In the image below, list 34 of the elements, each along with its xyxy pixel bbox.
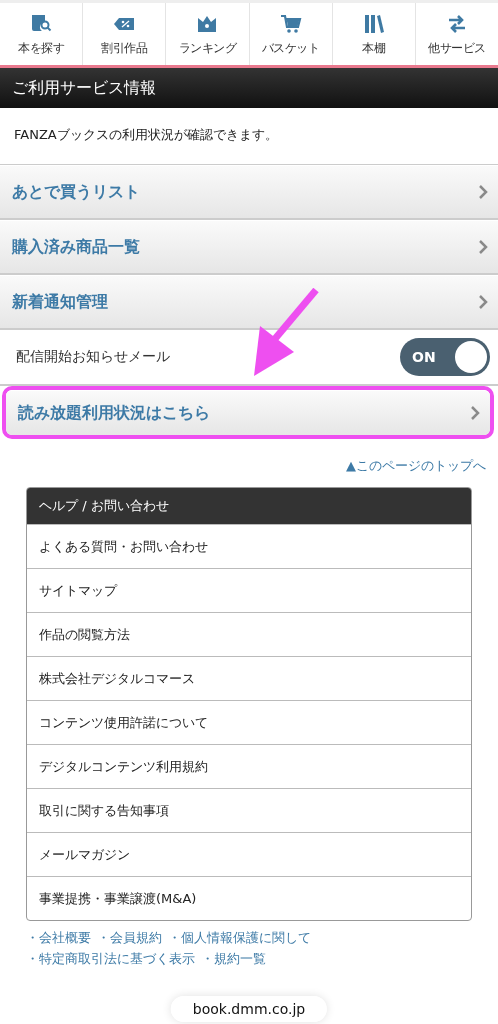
menu-link[interactable]: あとで買うリスト: [0, 165, 498, 218]
nav-tab[interactable]: ランキング: [166, 3, 250, 65]
help-link[interactable]: コンテンツ使用許諾について: [27, 700, 471, 744]
nav-tab[interactable]: 本棚: [332, 3, 416, 65]
menu-link[interactable]: 読み放題利用状況はこちら: [6, 390, 490, 435]
nav-tab[interactable]: 他サービス: [415, 3, 498, 65]
nav-tab[interactable]: 割引作品: [83, 3, 167, 65]
help-link[interactable]: メールマガジン: [27, 832, 471, 876]
nav-tab[interactable]: バスケット: [249, 3, 333, 65]
help-link[interactable]: デジタルコンテンツ利用規約: [27, 744, 471, 788]
setting-label: 配信開始お知らせメール: [16, 348, 170, 366]
chevron-icon: [478, 294, 488, 310]
chevron-icon: [478, 184, 488, 200]
menu-link[interactable]: 新着通知管理: [0, 275, 498, 328]
footer-link[interactable]: ・個人情報保護に関して: [168, 929, 311, 947]
help-title: ヘルプ / お問い合わせ: [27, 488, 471, 524]
footer-link[interactable]: ・特定商取引法に基づく表示: [26, 950, 195, 968]
chevron-icon: [470, 405, 480, 421]
help-link[interactable]: よくある質問・お問い合わせ: [27, 524, 471, 568]
help-link[interactable]: 取引に関する告知事項: [27, 788, 471, 832]
help-link[interactable]: 事業提携・事業譲渡(M&A): [27, 876, 471, 920]
help-link[interactable]: 作品の閲覧方法: [27, 612, 471, 656]
footer-link[interactable]: ・会社概要: [26, 929, 91, 947]
address-bar[interactable]: book.dmm.co.jp: [170, 996, 328, 1022]
toggle-switch[interactable]: ON: [400, 338, 490, 376]
footer-link[interactable]: ・会員規約: [97, 929, 162, 947]
chevron-icon: [478, 239, 488, 255]
section-title: ご利用サービス情報: [0, 68, 498, 108]
footer-link[interactable]: ・規約一覧: [201, 950, 266, 968]
page-top-link[interactable]: ▲このページのトップへ: [346, 457, 486, 475]
menu-link[interactable]: 購入済み商品一覧: [0, 220, 498, 273]
help-link[interactable]: サイトマップ: [27, 568, 471, 612]
nav-tab[interactable]: 本を探す: [0, 3, 84, 65]
help-link[interactable]: 株式会社デジタルコマース: [27, 656, 471, 700]
